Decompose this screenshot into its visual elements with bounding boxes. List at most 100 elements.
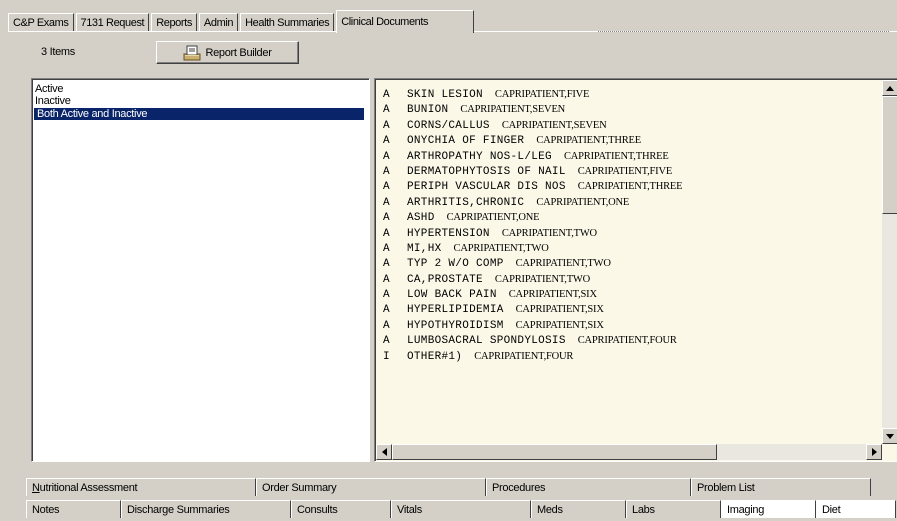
arrow-down-icon [886,433,894,439]
tab-reports[interactable]: Reports [151,13,197,32]
report-builder-icon [183,45,201,60]
problem-status: A [383,212,390,225]
problem-name: CORNS/CALLUS [407,119,490,132]
tab-labs[interactable]: Labs [626,500,721,518]
problem-line: A TYP 2 W/O COMP CAPRIPATIENT,TWO [383,256,682,271]
problem-status: A [383,196,390,209]
problem-line: A ARTHRITIS,CHRONIC CAPRIPATIENT,ONE [383,195,682,210]
problem-line: A LUMBOSACRAL SPONDYLOSIS CAPRIPATIENT,FOU… [383,333,682,348]
tab-procedures[interactable]: Procedures [486,478,691,496]
problem-patient: CAPRIPATIENT,FOUR [577,335,677,347]
vertical-scrollbar[interactable] [882,80,897,444]
problem-name: CA,PROSTATE [407,273,483,286]
problem-status: A [383,289,390,302]
report-builder-label: Report Builder [205,46,272,59]
problem-line: I OTHER#1) CAPRIPATIENT,FOUR [383,349,682,364]
problem-status: A [383,165,390,178]
problem-line: A ONYCHIA OF FINGER CAPRIPATIENT,THREE [383,133,682,148]
problem-line: A PERIPH VASCULAR DIS NOS CAPRIPATIENT,THR… [383,179,683,194]
problem-name: ASHD [407,212,435,225]
arrow-up-icon [886,85,894,91]
problem-line: A LOW BACK PAIN CAPRIPATIENT,SIX [383,287,682,302]
problem-name: DERMATOPHYTOSIS OF NAIL [407,165,566,178]
problem-list-report[interactable]: A SKIN LESION CAPRIPATIENT,FIVE A BUNION CAPR… [374,78,897,462]
problem-status: A [383,150,390,163]
problem-line: A BUNION CAPRIPATIENT,SEVEN [383,102,682,117]
problem-line: A DERMATOPHYTOSIS OF NAIL CAPRIPATIENT,FIV… [383,164,682,179]
scroll-left-button[interactable] [376,444,392,460]
tab-admin[interactable]: Admin [198,13,239,32]
filter-item-inactive[interactable]: Inactive [32,95,369,107]
problem-line: A MI,HX CAPRIPATIENT,TWO [383,241,682,256]
problem-patient: CAPRIPATIENT,TWO [515,258,611,270]
problem-line: A HYPERLIPIDEMIA CAPRIPATIENT,SIX [383,302,682,317]
problem-name: ONYCHIA OF FINGER [407,135,525,148]
vertical-scroll-thumb[interactable] [882,96,897,214]
problem-patient: CAPRIPATIENT,SEVEN [460,104,566,116]
problem-line: A HYPERTENSION CAPRIPATIENT,TWO [383,226,682,241]
problem-line: A HYPOTHYROIDISM CAPRIPATIENT,SIX [383,318,682,333]
problem-name: HYPOTHYROIDISM [407,319,504,332]
problem-name: BUNION [407,104,449,117]
problem-line: A ARTHROPATHY NOS-L/LEG CAPRIPATIENT,THREE [383,149,682,164]
problem-patient: CAPRIPATIENT,TWO [501,227,597,239]
tab-cp-exams[interactable]: C&P Exams [8,13,74,32]
problem-patient: CAPRIPATIENT,THREE [563,150,669,162]
problem-status: A [383,181,390,194]
problem-patient: CAPRIPATIENT,FIVE [577,165,673,177]
tab-imaging[interactable]: Imaging [721,500,816,518]
problem-name: LOW BACK PAIN [407,289,497,302]
tab-dotted-divider [598,31,889,32]
tab-order-summary[interactable]: Order Summary [256,478,486,496]
problem-line: A SKIN LESION CAPRIPATIENT,FIVE [383,87,682,102]
problem-patient: CAPRIPATIENT,FOUR [474,350,574,362]
scroll-down-button[interactable] [882,428,897,444]
problem-patient: CAPRIPATIENT,SIX [508,289,597,301]
problem-name: HYPERTENSION [407,227,490,240]
problem-patient: CAPRIPATIENT,SIX [515,304,604,316]
problem-status: A [383,119,390,132]
problem-line: A CORNS/CALLUS CAPRIPATIENT,SEVEN [383,118,682,133]
problem-patient: CAPRIPATIENT,THREE [577,181,683,193]
tab-diet[interactable]: Diet [816,500,896,518]
problem-patient: CAPRIPATIENT,ONE [536,196,630,208]
problem-status: A [383,227,390,240]
problem-patient: CAPRIPATIENT,SEVEN [501,119,607,131]
report-text: A SKIN LESION CAPRIPATIENT,FIVE A BUNION CAPR… [383,87,683,364]
tab-nutritional-assessment-label: utritional Assessment [39,482,138,494]
scroll-right-button[interactable] [866,444,882,460]
tab-nutritional-assessment[interactable]: Nutritional Assessment [26,478,256,496]
items-count: 3 Items [41,46,75,58]
tab-notes[interactable]: Notes [26,500,121,518]
filter-item-active[interactable]: Active [32,83,369,95]
problem-name: MI,HX [407,242,442,255]
tab-7131-request[interactable]: 7131 Request [75,13,150,32]
problem-status: A [383,319,390,332]
status-filter-listbox[interactable]: Active Inactive Both Active and Inactive [31,78,370,462]
tab-health-summaries[interactable]: Health Summaries [240,13,335,32]
tab-consults[interactable]: Consults [291,500,391,518]
problem-status: A [383,104,390,117]
horizontal-scroll-thumb[interactable] [392,444,717,460]
arrow-left-icon [381,448,387,456]
scroll-up-button[interactable] [882,80,897,96]
tab-problem-list[interactable]: Problem List [691,478,871,496]
problem-status: A [383,273,390,286]
problem-status: I [383,350,390,363]
problem-name: ARTHROPATHY NOS-L/LEG [407,150,552,163]
problem-status: A [383,258,390,271]
tab-clinical-documents[interactable]: Clinical Documents [336,10,475,33]
problem-patient: CAPRIPATIENT,SIX [515,319,604,331]
horizontal-scrollbar[interactable] [376,444,882,460]
problem-patient: CAPRIPATIENT,TWO [453,242,549,254]
tab-meds[interactable]: Meds [531,500,626,518]
problem-status: A [383,335,390,348]
tab-vitals[interactable]: Vitals [391,500,531,518]
filter-item-both[interactable]: Both Active and Inactive [34,108,364,120]
problem-patient: CAPRIPATIENT,ONE [446,212,540,224]
problem-name: ARTHRITIS,CHRONIC [407,196,525,209]
problem-name: HYPERLIPIDEMIA [407,304,504,317]
tab-discharge-summaries[interactable]: Discharge Summaries [121,500,291,518]
report-builder-button[interactable]: Report Builder [156,41,299,64]
problem-line: A CA,PROSTATE CAPRIPATIENT,TWO [383,272,682,287]
